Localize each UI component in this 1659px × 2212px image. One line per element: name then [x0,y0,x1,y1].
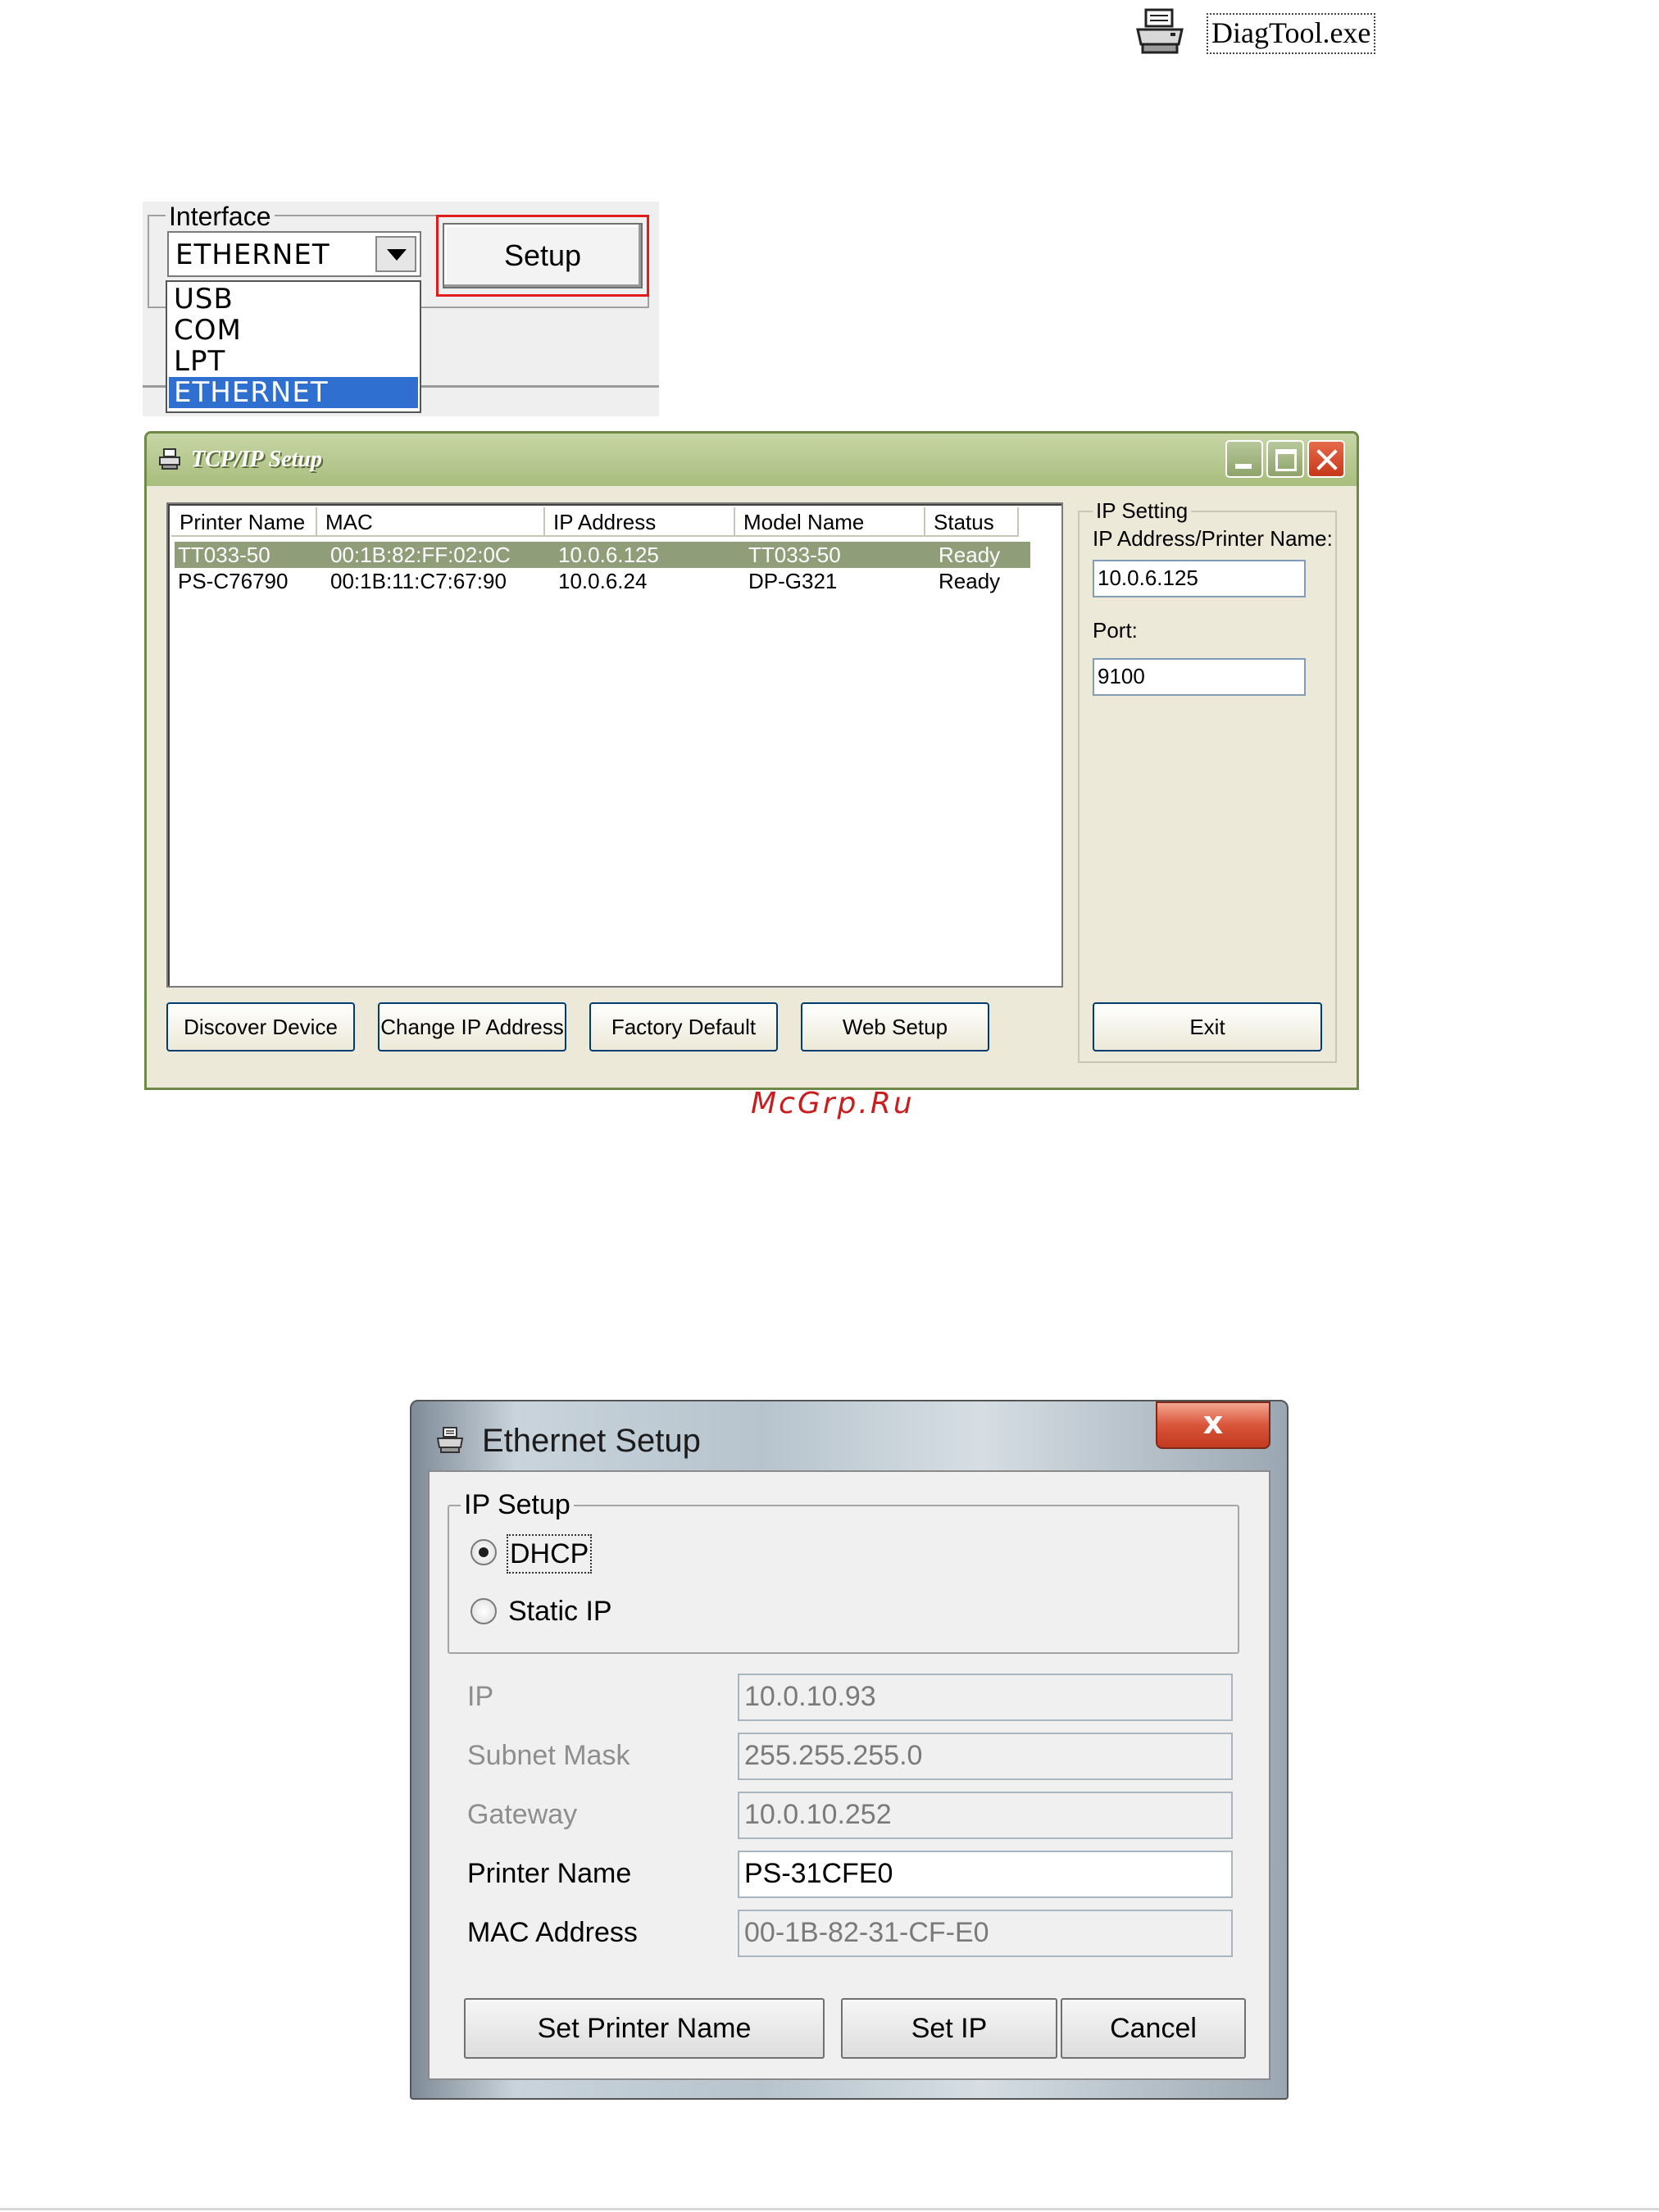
ip-setup-group: IP Setup DHCP Static IP [448,1487,1239,1654]
table-row[interactable]: PS-C76790 00:1B:11:C7:67:90 10.0.6.24 DP… [175,568,1030,594]
discover-device-button[interactable]: Discover Device [166,1002,355,1051]
printer-icon [436,1427,464,1453]
cell-ip-address: 10.0.6.24 [558,569,648,593]
column-ip-address[interactable]: IP Address [545,507,735,537]
ip-label: IP [467,1681,494,1712]
cell-mac: 00:1B:82:FF:02:0C [330,543,511,567]
interface-selected-value: ETHERNET [175,238,330,271]
table-row[interactable]: TT033-50 00:1B:82:FF:02:0C 10.0.6.125 TT… [175,542,1030,568]
ip-address-label: IP Address/Printer Name: [1093,526,1333,551]
cell-ip-address: 10.0.6.125 [558,543,659,567]
subnet-mask-label: Subnet Mask [467,1740,630,1771]
dhcp-label[interactable]: DHCP [507,1534,593,1574]
dialog-body: IP Setup DHCP Static IP IP 10.0.10.93 Su… [428,1470,1270,2080]
cell-status: Ready [939,569,1001,593]
window-title: TCP/IP Setup [191,447,322,472]
gateway-label: Gateway [467,1799,578,1830]
ethernet-setup-window: Ethernet Setup IP Setup DHCP Static IP I… [410,1400,1289,2100]
cell-printer-name: PS-C76790 [178,569,289,593]
option-com[interactable]: COM [169,315,418,346]
printer-name-label: Printer Name [467,1858,632,1889]
cell-model-name: TT033-50 [748,543,841,567]
port-label: Port: [1093,618,1138,643]
watermark: McGrp.Ru [751,1087,915,1120]
subnet-mask-field[interactable]: 255.255.255.0 [738,1733,1233,1780]
setup-button[interactable]: Setup [443,223,643,288]
cell-model-name: DP-G321 [748,569,838,593]
exit-button[interactable]: Exit [1093,1002,1322,1051]
port-input[interactable]: 9100 [1093,658,1306,696]
mac-address-field[interactable]: 00-1B-82-31-CF-E0 [738,1910,1233,1957]
option-usb[interactable]: USB [169,284,418,315]
dropdown-arrow-icon[interactable] [375,236,416,272]
column-mac[interactable]: MAC [317,507,545,537]
option-lpt[interactable]: LPT [169,346,418,377]
ip-setting-legend: IP Setting [1093,497,1192,524]
diagtool-shortcut[interactable]: DiagTool.exe [1134,7,1380,57]
printer-icon [1136,8,1184,54]
static-ip-label[interactable]: Static IP [508,1593,612,1629]
window-title: Ethernet Setup [482,1423,701,1459]
column-status[interactable]: Status [925,507,1019,537]
cell-status: Ready [939,543,1001,567]
web-setup-button[interactable]: Web Setup [801,1002,989,1051]
interface-select[interactable]: ETHERNET [167,231,421,277]
change-ip-address-button[interactable]: Change IP Address [378,1002,566,1051]
set-printer-name-button[interactable]: Set Printer Name [464,1998,825,2059]
cell-printer-name: TT033-50 [178,543,270,567]
cancel-button[interactable]: Cancel [1061,1998,1246,2059]
column-model-name[interactable]: Model Name [735,507,925,537]
static-ip-radio[interactable] [470,1598,497,1624]
maximize-icon[interactable] [1266,440,1304,478]
list-header: Printer Name MAC IP Address Model Name S… [171,507,1058,537]
gateway-field[interactable]: 10.0.10.252 [738,1792,1233,1839]
printer-icon [159,448,180,470]
ip-field[interactable]: 10.0.10.93 [738,1674,1233,1721]
option-ethernet[interactable]: ETHERNET [169,377,418,408]
column-printer-name[interactable]: Printer Name [171,507,317,537]
tcpip-setup-window: TCP/IP Setup Printer Name MAC IP Address… [144,431,1359,1090]
minimize-icon[interactable] [1225,440,1263,478]
interface-options-list: USB COM LPT ETHERNET [166,280,421,413]
close-icon[interactable] [1307,440,1345,478]
printer-list[interactable]: Printer Name MAC IP Address Model Name S… [166,502,1063,988]
ip-setting-group: IP Setting IP Address/Printer Name: 10.0… [1078,497,1337,1063]
ip-setup-legend: IP Setup [461,1487,574,1523]
page-divider [0,2208,1659,2210]
cell-mac: 00:1B:11:C7:67:90 [330,569,507,593]
factory-default-button[interactable]: Factory Default [589,1002,778,1051]
set-ip-button[interactable]: Set IP [841,1998,1057,2059]
diagtool-label: DiagTool.exe [1207,13,1376,54]
ip-address-input[interactable]: 10.0.6.125 [1093,560,1306,597]
title-bar[interactable]: TCP/IP Setup [147,434,1357,486]
mac-address-label: MAC Address [467,1917,638,1948]
dhcp-radio[interactable] [470,1539,497,1565]
interface-panel: Interface ETHERNET Setup USB COM LPT ETH… [143,202,659,416]
interface-legend: Interface [166,202,275,231]
printer-name-field[interactable]: PS-31CFE0 [738,1851,1233,1898]
close-icon[interactable] [1156,1401,1270,1449]
